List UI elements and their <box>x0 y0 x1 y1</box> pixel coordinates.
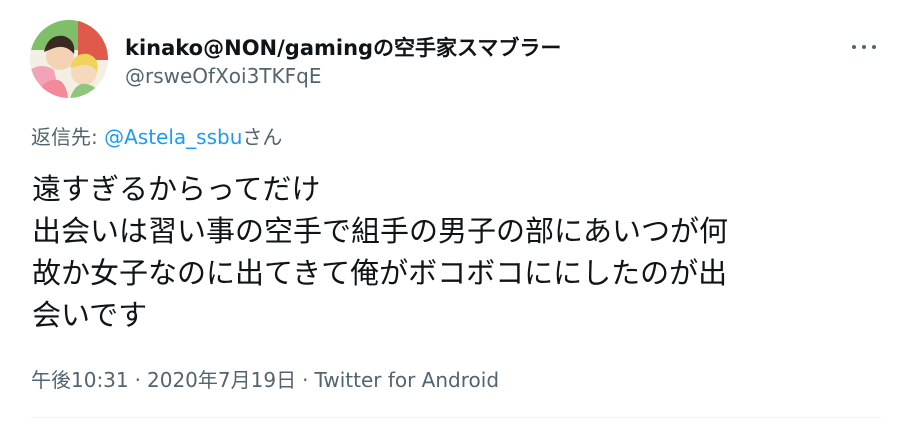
more-horizontal-icon <box>852 45 856 49</box>
tweet-text-line: 出会いは習い事の空手で組手の男子の部にあいつが何 <box>32 214 729 248</box>
more-options-button[interactable] <box>852 37 876 57</box>
tweet-text-line: 会いです <box>32 298 148 332</box>
tweet: kinako@NON/gamingの空手家スマブラー @rsweOfXoi3TK… <box>0 0 912 429</box>
author-display-name[interactable]: kinako@NON/gamingの空手家スマブラー <box>125 35 561 61</box>
tweet-date[interactable]: 2020年7月19日 <box>147 368 296 392</box>
author-handle[interactable]: @rsweOfXoi3TKFqE <box>125 63 321 89</box>
avatar[interactable] <box>30 20 108 98</box>
divider <box>31 417 881 418</box>
reply-prefix: 返信先: <box>31 125 105 149</box>
tweet-text: 遠すぎるからってだけ 出会いは習い事の空手で組手の男子の部にあいつが何 故か女子… <box>32 168 892 336</box>
reply-suffix: さん <box>242 125 283 149</box>
avatar-illustration-icon <box>30 20 108 98</box>
tweet-text-line: 遠すぎるからってだけ <box>32 172 321 206</box>
tweet-source-link[interactable]: Twitter for Android <box>314 368 499 392</box>
tweet-metadata: 午後10:31 · 2020年7月19日 · Twitter for Android <box>31 367 499 393</box>
meta-separator: · <box>134 368 141 392</box>
tweet-time[interactable]: 午後10:31 <box>31 368 129 392</box>
tweet-text-line: 故か女子なのに出てきて俺がボコボコににしたのが出 <box>32 256 728 290</box>
reply-mention-link[interactable]: @Astela_ssbu <box>104 125 242 149</box>
meta-separator: · <box>302 368 309 392</box>
reply-context: 返信先: @Astela_ssbuさん <box>31 124 282 150</box>
